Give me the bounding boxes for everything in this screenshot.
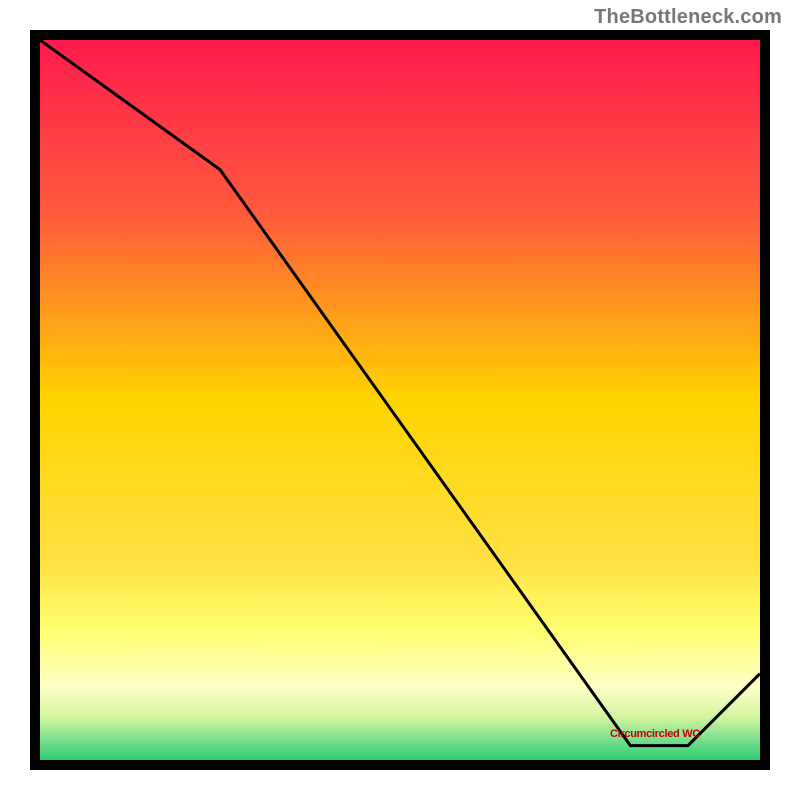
annotation-circumcircled-wc: Circumcircled WC — [610, 728, 700, 740]
chart-container: TheBottleneck.com Circ — [0, 0, 800, 800]
plot-area: Circumcircled WC — [30, 30, 770, 770]
chart-svg — [40, 40, 760, 760]
watermark-text: TheBottleneck.com — [594, 6, 782, 29]
gradient-background — [40, 40, 760, 760]
